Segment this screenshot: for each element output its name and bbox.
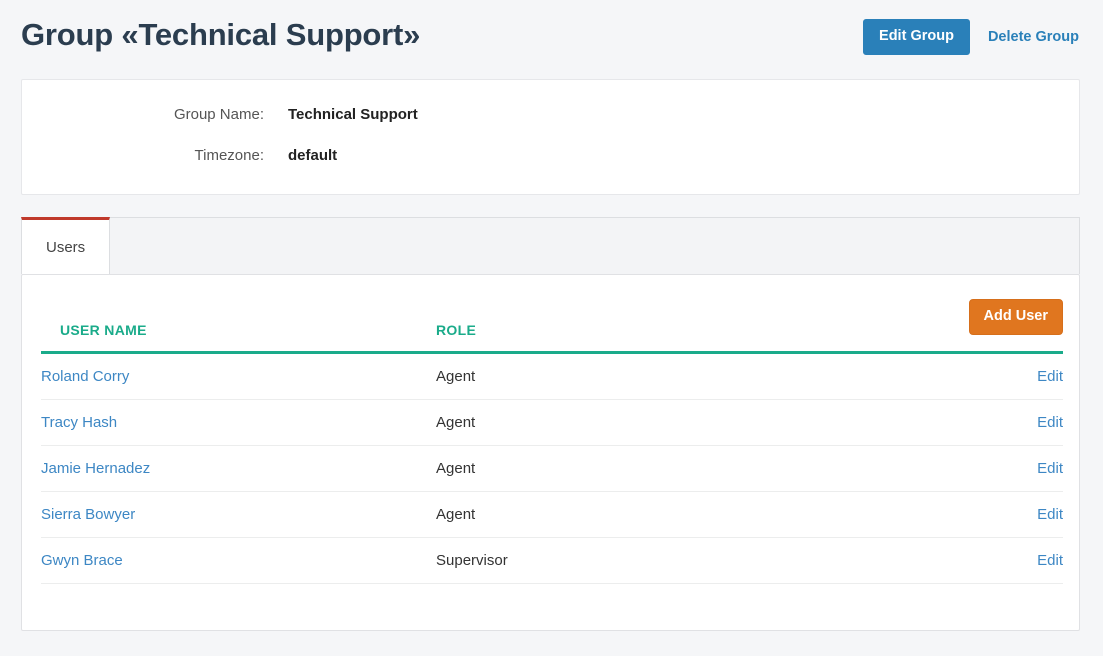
user-name-cell: Sierra Bowyer xyxy=(41,491,436,538)
page-header: Group «Technical Support» Edit Group Del… xyxy=(0,0,1103,78)
delete-group-link[interactable]: Delete Group xyxy=(986,25,1081,49)
table-header-row: USER NAME ROLE xyxy=(41,299,1063,354)
users-content-panel: Add User USER NAME ROLE Roland Corry Age… xyxy=(21,274,1080,631)
user-role-cell: Agent xyxy=(436,445,916,492)
user-action-cell: Edit xyxy=(916,491,1063,538)
tab-users-label: Users xyxy=(46,238,86,256)
table-row: Roland Corry Agent Edit xyxy=(41,352,1063,400)
user-role-text: Agent xyxy=(436,505,476,523)
edit-user-link[interactable]: Edit xyxy=(1037,414,1063,431)
user-action-cell: Edit xyxy=(916,445,1063,492)
user-role-text: Supervisor xyxy=(436,551,508,569)
edit-user-link[interactable]: Edit xyxy=(1037,368,1063,385)
table-row: Tracy Hash Agent Edit xyxy=(41,399,1063,446)
users-table-head: USER NAME ROLE xyxy=(41,299,1063,354)
user-name-cell: Tracy Hash xyxy=(41,399,436,446)
user-link[interactable]: Roland Corry xyxy=(41,368,129,385)
timezone-value: default xyxy=(288,147,338,164)
user-action-cell: Edit xyxy=(916,352,1063,400)
user-link[interactable]: Tracy Hash xyxy=(41,414,117,431)
group-name-label: Group Name: xyxy=(173,106,264,123)
info-row-timezone: Timezone: default xyxy=(22,147,1079,164)
user-name-cell: Roland Corry xyxy=(41,352,436,400)
timezone-label: Timezone: xyxy=(194,147,264,164)
user-role-text: Agent xyxy=(436,367,476,385)
tabs-bar: Users xyxy=(21,217,1080,274)
user-role-text: Agent xyxy=(436,459,476,477)
table-row: Jamie Hernadez Agent Edit xyxy=(41,445,1063,492)
user-link[interactable]: Jamie Hernadez xyxy=(41,460,150,477)
user-name-cell: Jamie Hernadez xyxy=(41,445,436,492)
page-title: Group «Technical Support» xyxy=(21,17,421,52)
user-name-cell: Gwyn Brace xyxy=(41,537,436,584)
group-name-value: Technical Support xyxy=(288,106,418,123)
user-action-cell: Edit xyxy=(916,399,1063,446)
user-link[interactable]: Sierra Bowyer xyxy=(41,506,135,523)
user-link[interactable]: Gwyn Brace xyxy=(41,552,123,569)
user-role-cell: Agent xyxy=(436,491,916,538)
user-role-cell: Agent xyxy=(436,399,916,446)
users-table-body: Roland Corry Agent Edit Tracy Hash Agent xyxy=(41,352,1063,584)
table-row: Gwyn Brace Supervisor Edit xyxy=(41,537,1063,584)
edit-user-link[interactable]: Edit xyxy=(1037,506,1063,523)
info-row-group-name: Group Name: Technical Support xyxy=(22,106,1079,123)
tabs-bar-background xyxy=(21,217,1080,274)
column-header-user-name: USER NAME xyxy=(41,299,436,354)
edit-group-button[interactable]: Edit Group xyxy=(863,19,970,55)
tab-users[interactable]: Users xyxy=(21,217,111,274)
group-info-card: Group Name: Technical Support Timezone: … xyxy=(21,79,1080,195)
users-table: USER NAME ROLE Roland Corry Agent Edit T… xyxy=(41,299,1063,584)
user-action-cell: Edit xyxy=(916,537,1063,584)
users-table-wrap: Add User USER NAME ROLE Roland Corry Age… xyxy=(41,299,1063,584)
edit-user-link[interactable]: Edit xyxy=(1037,460,1063,477)
user-role-text: Agent xyxy=(436,413,476,431)
edit-user-link[interactable]: Edit xyxy=(1037,552,1063,569)
add-user-button[interactable]: Add User xyxy=(968,299,1063,335)
table-row: Sierra Bowyer Agent Edit xyxy=(41,491,1063,538)
user-role-cell: Agent xyxy=(436,352,916,400)
column-header-role: ROLE xyxy=(436,299,916,354)
user-role-cell: Supervisor xyxy=(436,537,916,584)
header-actions: Edit Group Delete Group xyxy=(863,19,1081,55)
